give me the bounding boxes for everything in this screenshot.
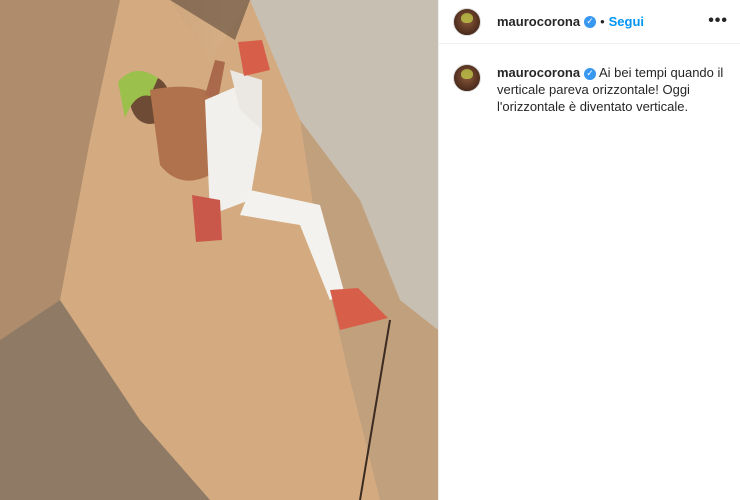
profile-avatar[interactable] [453,7,481,36]
caption-username-link[interactable]: maurocorona [497,65,580,80]
follow-button[interactable]: Segui [609,14,644,29]
post-sidebar: maurocorona ✓ • Segui ••• maurocorona ✓ A… [438,0,740,500]
post-header: maurocorona ✓ • Segui ••• [439,0,740,44]
caption-text: maurocorona ✓ Ai bei tempi quando il vert… [497,64,726,115]
caption-verified-badge-icon: ✓ [584,67,597,80]
instagram-post: maurocorona ✓ • Segui ••• maurocorona ✓ A… [0,0,740,500]
caption-avatar[interactable] [453,64,481,92]
separator-dot: • [600,14,605,29]
username-link[interactable]: maurocorona [497,14,580,29]
more-options-icon[interactable]: ••• [708,12,728,30]
caption-row: maurocorona ✓ Ai bei tempi quando il vert… [439,44,740,115]
climber-photo-illustration [0,0,438,500]
post-photo[interactable] [0,0,438,500]
verified-badge-icon: ✓ [584,15,597,28]
